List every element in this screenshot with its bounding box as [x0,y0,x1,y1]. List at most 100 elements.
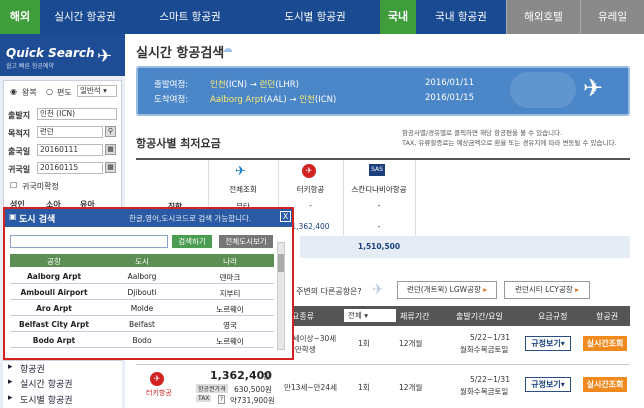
city-row[interactable]: Ambouli Airport Djibouti 지부티 [10,284,274,300]
popup-square-icon: ▣ [9,212,17,221]
col-all[interactable]: 전체조회 [208,184,278,195]
result2-days: 월화수목금토일 [460,387,509,396]
note-2: TAX, 유류할증료는 예상금액으로 환율 또는 경유지에 따라 변동될 수 있… [402,139,617,147]
show-all-cities-button[interactable]: 전체도시보기 [219,235,273,248]
nav-overseas[interactable]: 해외 [0,0,40,34]
turkish-airlines-logo-icon: ✈ [150,372,164,386]
header-fare-type[interactable]: 요종류 [292,311,314,322]
route1-date: 2016/01/11 [425,78,474,88]
cell-direct-sas[interactable]: - [343,201,415,210]
col-sas[interactable]: 스칸디나비아항공 [343,184,415,195]
header-period: 출발기간/요일 [456,312,503,321]
airplane-icon: ✈ [583,74,604,102]
nav-domestic[interactable]: 국내 [380,0,416,34]
left-menu-bullet-icon: ▸ [8,393,13,403]
left-menu-bullet-icon: ▸ [8,377,13,387]
header-stay: 체류기간 [400,312,430,321]
alt-airports-question: 주변의 다른공항은? [296,287,362,296]
col-city: 도시 [135,257,149,266]
result1-stay: 12개월 [399,339,423,348]
airplane-icon: ✈ [372,282,384,298]
result2-won: 원 [263,372,271,381]
nav-domestic-air[interactable]: 국내 항공권 [416,0,506,34]
ret-date-input[interactable]: 20160115 [37,162,103,174]
return-undecided-checkbox[interactable]: ☐ [10,181,17,190]
city-row[interactable]: Aalborg Arpt Aalborg 덴마크 [10,268,274,284]
radio-oneway[interactable]: ○ [46,87,53,96]
dest-input[interactable]: 런던 [37,126,103,138]
divider [136,364,630,365]
result1-period: 5/22~1/31 [470,333,510,342]
calendar-icon[interactable]: ▦ [105,162,116,173]
result2-book-button[interactable]: 실시간조회 [583,377,627,392]
route-box: 출발여정: 인천(ICN) → 런던(LHR) 2016/01/11 도착여정:… [136,66,630,116]
left-menu-item-city[interactable]: 도시별 항공권 [20,393,73,406]
left-menu-item-air[interactable]: 항공권 [20,362,45,375]
route1-value: 인천(ICN) → 런던(LHR) [210,80,299,90]
result1-age: 5세이상~30세 [288,334,337,343]
close-icon[interactable]: X [280,211,291,222]
left-menu-item-realtime[interactable]: 실시간 항공권 [20,377,73,390]
trip-round-label: 왕복 [22,88,37,97]
alt-airport-lgw-button[interactable]: 런던(개트윅) LGW공항 ▸ [397,281,497,299]
result2-tax-badge: TAX [196,395,212,402]
city-search-button[interactable]: 검색하기 [172,235,212,248]
route2-value: Aalborg Arpt(AAL) → 인천(ICN) [210,95,337,105]
world-map-icon [510,72,576,108]
city-row[interactable]: Bodo Arpt Bodo 노르웨이 [10,332,274,348]
result2-age: 만13세~만24세 [284,383,337,392]
help-icon[interactable]: ? [218,395,226,404]
nav-eurail[interactable]: 유레일 [580,0,644,34]
nav-smart[interactable]: 스마트 항공권 [130,0,250,34]
result1-book-button[interactable]: 실시간조회 [583,336,627,351]
dest-label: 목적지 [8,129,31,138]
result1-rule-button[interactable]: 규정보기▾ [525,336,571,351]
route2-label: 도착여정: [154,95,189,105]
trip-oneway-label: 편도 [57,88,72,97]
stops-filter-select[interactable]: 전체 ▾ [344,309,396,322]
return-undecided-label: 귀국미확정 [22,182,59,191]
city-search-input[interactable] [10,235,168,248]
result2-fare: 630,500원 [234,385,272,394]
popup-header: ▣ 도시 검색 한글,영어,도시코드로 검색 가능합니다. X [5,209,292,227]
dep-input[interactable]: 인천 (ICN) [37,108,117,120]
city-row[interactable]: Belfast City Arpt Belfast 영국 [10,316,274,332]
result2-fare-badge: 항공권가격 [196,384,228,393]
col-airport: 공항 [47,257,61,266]
result2-tax: 약731,900원 [230,396,275,405]
route2-date: 2016/01/15 [425,93,474,103]
seat-class-select[interactable]: 일반석 ▾ [77,85,117,97]
sas-logo-icon: SAS [369,164,385,176]
result2-rule-button[interactable]: 규정보기▾ [525,377,571,392]
airplane-icon: ✈ [97,46,113,67]
dep-label: 출발지 [8,111,31,120]
dep-date-input[interactable]: 20160111 [37,144,103,156]
header-ticket: 항공권 [596,312,619,321]
cloud-icon: ☁ [222,42,233,55]
airline-section-title: 항공사별 최저요금 [136,137,221,150]
search-icon[interactable]: ⚲ [105,126,116,137]
radio-roundtrip[interactable]: ◉ [10,87,17,96]
popup-scrollbar-thumb[interactable] [278,254,284,272]
quick-search-title: Quick Search [6,46,95,60]
nav-hotel[interactable]: 해외호텔 [506,0,580,34]
city-row[interactable]: Aro Arpt Molde 노르웨이 [10,300,274,316]
popup-title: 도시 검색 [19,215,56,225]
result2-airline: 터키항공 [146,389,172,397]
popup-hint: 한글,영어,도시코드로 검색 가능합니다. [129,214,252,223]
alt-airport-lcy-button[interactable]: 런던시티 LCY공항 ▸ [504,281,590,299]
result2-stay: 12개월 [399,383,423,392]
nav-city[interactable]: 도시별 항공권 [250,0,380,34]
calendar-icon[interactable]: ▦ [105,144,116,155]
ret-date-label: 귀국일 [8,165,31,174]
cell-sas-r2[interactable]: - [343,222,415,231]
turkish-airlines-logo-icon: ✈ [302,164,316,178]
popup-table-header: 공항 도시 나라 [10,254,274,267]
dep-date-label: 출국일 [8,147,31,156]
quick-search-subtitle: 쉽고 빠른 항공예약 [6,63,54,70]
route1-label: 출발여정: [154,80,189,90]
left-menu-bullet-icon: ▸ [8,362,13,372]
notes: 항공사별/경유별로 클릭하면 해당 항공편을 볼 수 있습니다. TAX, 유류… [402,128,617,148]
col-turkish[interactable]: 터키항공 [278,184,343,195]
nav-realtime[interactable]: 실시간 항공권 [40,0,130,34]
